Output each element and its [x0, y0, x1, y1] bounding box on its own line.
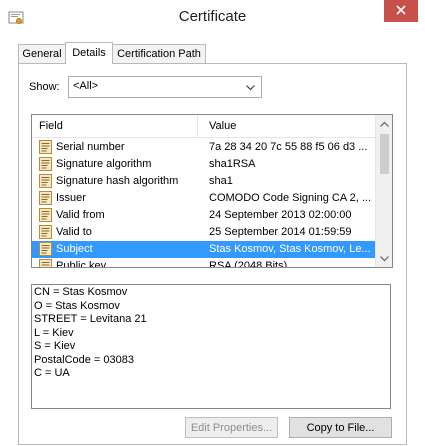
field-value: 7a 28 34 20 7c 55 88 f5 06 d3 ... — [209, 141, 368, 153]
field-value: 24 September 2013 02:00:00 — [209, 209, 352, 221]
detail-line: PostalCode = 03083 — [34, 353, 134, 366]
tab-details[interactable]: Details — [65, 42, 113, 64]
chevron-down-icon — [246, 82, 255, 94]
certificate-field-icon — [38, 156, 54, 172]
detail-line: C = UA — [34, 367, 70, 379]
field-value: sha1 — [209, 175, 233, 187]
detail-line: L = Kiev — [34, 326, 74, 339]
certificate-field-icon — [38, 190, 54, 206]
tab-certification-path[interactable]: Certification Path — [112, 44, 206, 63]
show-label: Show: — [29, 81, 60, 93]
window-title: Certificate — [178, 8, 247, 25]
detail-line: CN = Stas Kosmov — [34, 286, 128, 298]
detail-line: O = Stas Kosmov — [34, 299, 120, 312]
table-row[interactable]: Signature hash algorithm sha1 — [32, 173, 375, 190]
table-row[interactable]: Issuer COMODO Code Signing CA 2, ... — [32, 190, 375, 207]
table-row[interactable]: Public key RSA (2048 Bits) — [32, 258, 375, 268]
table-row[interactable]: Valid to 25 September 2014 01:59:59 — [32, 224, 375, 241]
scroll-up-button[interactable] — [376, 115, 392, 132]
close-button[interactable] — [384, 0, 418, 22]
table-row[interactable]: Signature algorithm sha1RSA — [32, 156, 375, 173]
field-name: Signature hash algorithm — [56, 175, 179, 187]
field-name: Serial number — [56, 141, 125, 153]
field-value: Stas Kosmov, Stas Kosmov, Le... — [209, 243, 371, 255]
field-name: Valid from — [56, 209, 105, 221]
field-value: COMODO Code Signing CA 2, ... — [209, 192, 372, 204]
table-row[interactable]: Valid from 24 September 2013 02:00:00 — [32, 207, 375, 224]
field-name: Subject — [56, 243, 93, 255]
column-divider[interactable] — [197, 115, 198, 137]
table-row[interactable]: Serial number 7a 28 34 20 7c 55 88 f5 06… — [32, 139, 375, 156]
certificate-field-icon — [38, 258, 54, 267]
scrollbar-thumb[interactable] — [380, 134, 389, 174]
scroll-down-button[interactable] — [376, 250, 392, 267]
field-name: Valid to — [56, 226, 92, 238]
title-bar[interactable]: Certificate — [0, 0, 425, 34]
certificate-field-icon — [38, 241, 54, 257]
field-name: Public key — [56, 260, 107, 268]
certificate-window: Certificate General Details Certificatio… — [0, 0, 425, 446]
table-row-selected[interactable]: Subject Stas Kosmov, Stas Kosmov, Le... — [32, 241, 375, 258]
certificate-field-icon — [38, 173, 54, 189]
show-dropdown-value: <All> — [73, 80, 99, 92]
column-header-field[interactable]: Field — [39, 120, 63, 132]
field-detail-textbox[interactable]: CN = Stas Kosmov O = Stas Kosmov STREET … — [31, 284, 391, 409]
certificate-field-icon — [38, 224, 54, 240]
close-icon — [395, 4, 407, 19]
fields-list: Field Value Serial number 7a 28 34 20 7c… — [31, 114, 393, 268]
field-value: RSA (2048 Bits) — [209, 260, 288, 268]
vertical-scrollbar[interactable] — [375, 115, 392, 267]
chevron-up-icon — [380, 118, 389, 130]
edit-properties-button[interactable]: Edit Properties... — [185, 417, 278, 438]
copy-to-file-button[interactable]: Copy to File... — [289, 417, 392, 438]
details-panel: Show: <All> Field Value Serial number 7a… — [18, 63, 407, 445]
detail-line: S = Kiev — [34, 340, 76, 352]
field-name: Issuer — [56, 192, 86, 204]
list-header: Field Value — [32, 115, 375, 138]
field-value: 25 September 2014 01:59:59 — [209, 226, 352, 238]
show-dropdown[interactable]: <All> — [68, 76, 262, 98]
certificate-field-icon — [38, 207, 54, 223]
column-header-value[interactable]: Value — [209, 120, 236, 132]
field-value: sha1RSA — [209, 158, 256, 170]
field-name: Signature algorithm — [56, 158, 152, 170]
certificate-field-icon — [38, 139, 54, 155]
chevron-down-icon — [380, 253, 389, 265]
tab-general[interactable]: General — [18, 44, 66, 63]
detail-line: STREET = Levitana 21 — [34, 313, 147, 325]
